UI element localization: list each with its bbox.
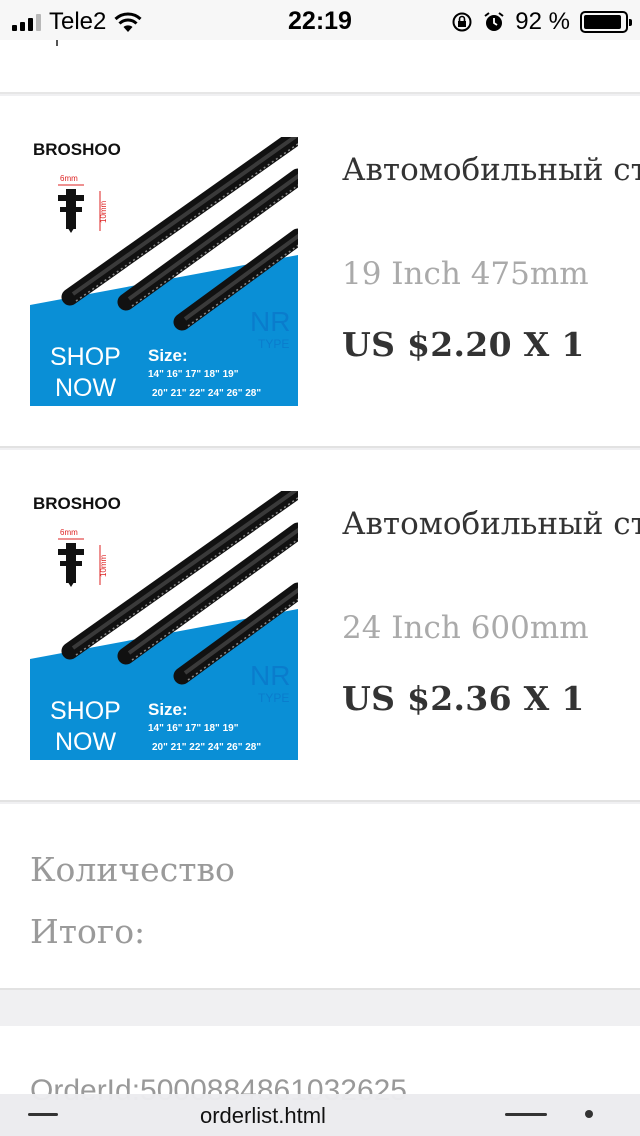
- product-image-graphic: BROSHOO 6mm 10mm NR TYPE SHOP NOW Size: …: [30, 491, 298, 760]
- more-icon[interactable]: [585, 1110, 593, 1118]
- alarm-icon: [484, 12, 504, 31]
- type-sub-label: TYPE: [258, 691, 289, 705]
- now-label: NOW: [55, 374, 117, 402]
- product-variant: 19 Inch 475mm: [342, 256, 589, 292]
- product-title[interactable]: Автомобильный стеклоочиститель и: [342, 496, 640, 552]
- status-bar: Tele2 22:19 92 %: [0, 0, 640, 40]
- product-image[interactable]: BROSHOO 6mm 10mm NR TYPE SHOP NOW Size: …: [30, 137, 298, 406]
- status-right: 92 %: [451, 8, 632, 36]
- product-price: US $2.20 X 1: [342, 325, 585, 364]
- battery-icon: [580, 11, 632, 33]
- minimize-icon[interactable]: [28, 1113, 58, 1116]
- sizes-row-1: 14" 16" 17" 18" 19": [148, 369, 239, 380]
- shop-label: SHOP: [50, 343, 121, 371]
- order-summary: Количество Итого:: [0, 804, 640, 990]
- product-title[interactable]: Автомобильный стеклоочиститель и: [342, 142, 640, 198]
- shop-label: SHOP: [50, 697, 121, 725]
- dim-height-label: 10mm: [99, 554, 108, 577]
- tab-handle-icon[interactable]: [505, 1113, 547, 1116]
- dim-width-label: 6mm: [60, 528, 78, 537]
- brand-logo: BROSHOO: [33, 140, 121, 159]
- size-label: Size:: [148, 700, 188, 719]
- type-label: NR: [250, 306, 290, 337]
- browser-toolbar: orderlist.html: [0, 1094, 640, 1136]
- battery-percent: 92 %: [515, 8, 570, 35]
- order-item[interactable]: BROSHOO 6mm 10mm NR TYPE SHOP NOW Size: …: [0, 96, 640, 448]
- clipped-text-fragment: [56, 40, 66, 46]
- size-label: Size:: [148, 346, 188, 365]
- previous-section-tail: [0, 40, 640, 94]
- dim-height-label: 10mm: [99, 200, 108, 223]
- url-label[interactable]: orderlist.html: [200, 1103, 326, 1129]
- rotation-lock-icon: [452, 12, 472, 32]
- order-item[interactable]: BROSHOO 6mm 10mm NR TYPE SHOP NOW Size: …: [0, 450, 640, 802]
- product-price: US $2.36 X 1: [342, 679, 585, 718]
- type-sub-label: TYPE: [258, 337, 289, 351]
- sizes-row-2: 20" 21" 22" 24" 26" 28": [152, 742, 261, 753]
- type-label: NR: [250, 660, 290, 691]
- brand-logo: BROSHOO: [33, 494, 121, 513]
- now-label: NOW: [55, 728, 117, 756]
- product-variant: 24 Inch 600mm: [342, 610, 589, 646]
- battery-fill: [584, 15, 621, 29]
- product-image-graphic: BROSHOO 6mm 10mm NR TYPE SHOP NOW Size: …: [30, 137, 298, 406]
- total-label: Итого:: [30, 912, 146, 951]
- sizes-row-1: 14" 16" 17" 18" 19": [148, 723, 239, 734]
- sizes-row-2: 20" 21" 22" 24" 26" 28": [152, 388, 261, 399]
- dim-width-label: 6mm: [60, 174, 78, 183]
- product-image[interactable]: BROSHOO 6mm 10mm NR TYPE SHOP NOW Size: …: [30, 491, 298, 760]
- quantity-label: Количество: [30, 850, 235, 889]
